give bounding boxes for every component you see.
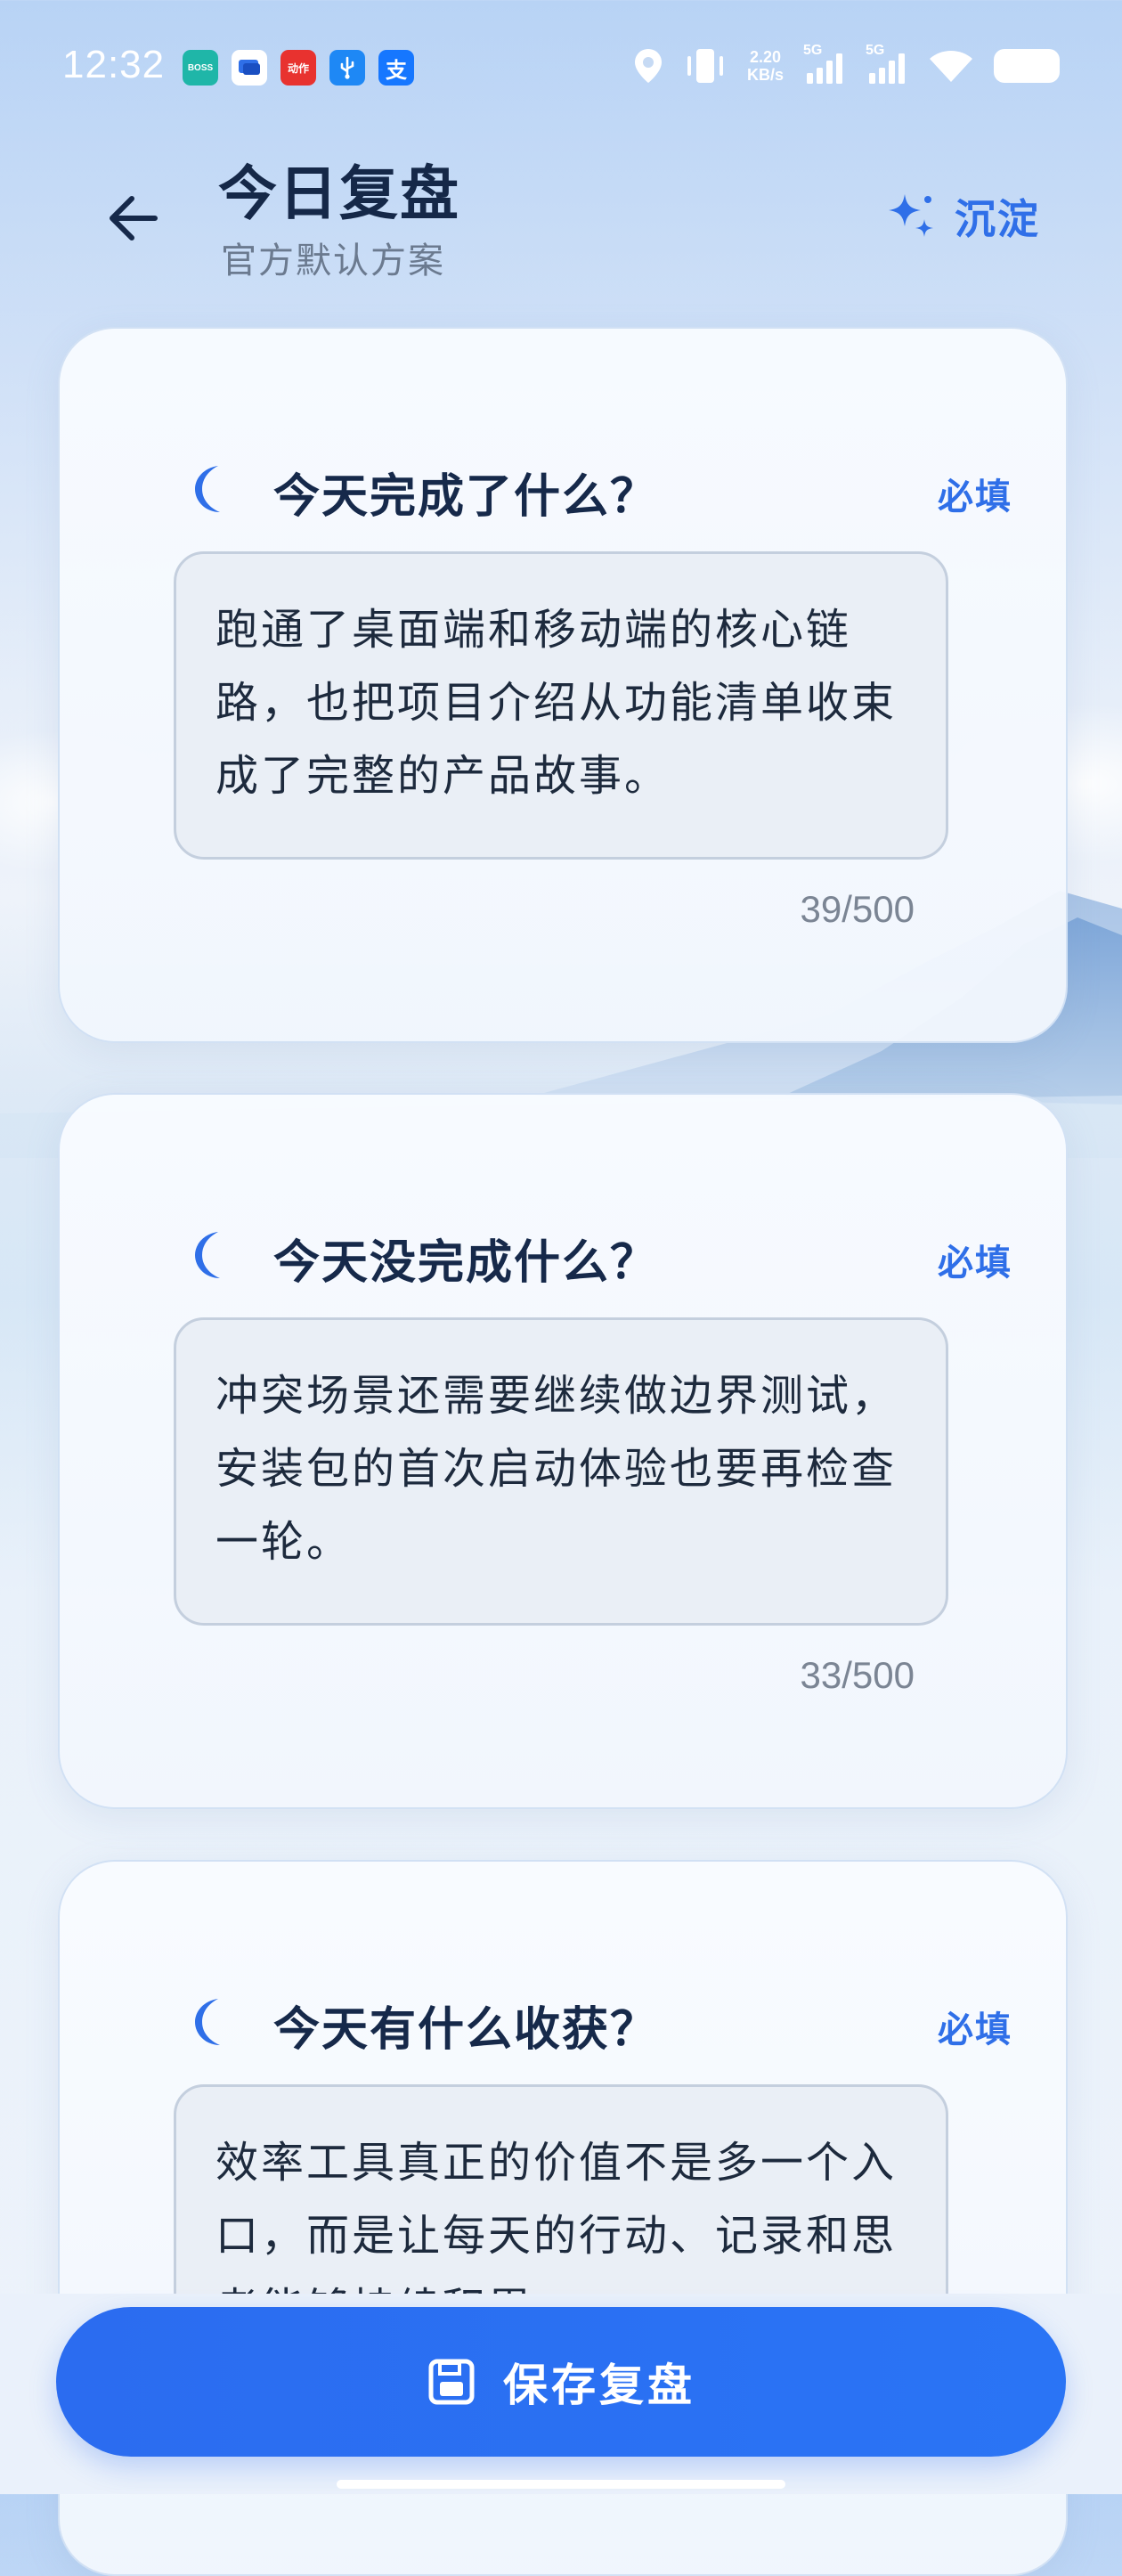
- char-count: 33/500: [800, 1654, 915, 1696]
- review-card-incomplete: 今天没完成什么？ 必填 冲突场景还需要继续做边界测试，安装包的首次启动体验也要再…: [58, 1093, 1068, 1809]
- status-bar: 12:32 BOSS 动作 支 2.20 KB/s 5G 5G: [0, 0, 1122, 134]
- usb-icon: [329, 50, 365, 86]
- moon-icon: [195, 466, 220, 512]
- boss-zhipin-icon: BOSS: [183, 50, 218, 86]
- card-title: 今天完成了什么？: [273, 470, 659, 524]
- back-button[interactable]: [98, 183, 169, 254]
- card-title: 今天没完成什么？: [273, 1236, 659, 1290]
- page-subtitle: 官方默认方案: [221, 240, 445, 281]
- dongche-app-icon: 动作: [280, 50, 316, 86]
- status-time: 12:32: [62, 43, 166, 86]
- card-header: 今天完成了什么？ 必填: [184, 453, 1012, 525]
- home-indicator[interactable]: [337, 2480, 785, 2489]
- answer-textarea[interactable]: 跑通了桌面端和移动端的核心链路，也把项目介绍从功能清单收束成了完整的产品故事。: [174, 551, 948, 860]
- char-count: 39/500: [800, 888, 915, 930]
- sparkle-icon: [889, 194, 933, 237]
- location-icon: [634, 49, 662, 83]
- card-title: 今天有什么收获？: [273, 2003, 659, 2057]
- required-badge: 必填: [938, 1243, 1012, 1284]
- signal-strength-2: 5G: [866, 43, 908, 86]
- notification-icons: BOSS 动作 支: [183, 50, 414, 86]
- battery-icon: [994, 49, 1060, 83]
- page-header: 今日复盘 官方默认方案 沉淀: [0, 134, 1122, 303]
- alipay-icon: 支: [378, 50, 414, 86]
- system-status: 2.20 KB/s 5G 5G: [633, 43, 1060, 86]
- required-badge: 必填: [938, 2009, 1012, 2050]
- moon-icon: [195, 1999, 220, 2045]
- save-icon: [428, 2359, 475, 2405]
- distill-button[interactable]: 沉淀: [883, 187, 1040, 246]
- signal-icon: [807, 53, 842, 84]
- card-header: 今天有什么收获？ 必填: [184, 1986, 1012, 2058]
- signal-strength-1: 5G: [803, 43, 846, 86]
- page-title: 今日复盘: [218, 159, 460, 228]
- save-label: 保存复盘: [503, 2360, 695, 2411]
- card-header: 今天没完成什么？ 必填: [184, 1219, 1012, 1291]
- required-badge: 必填: [938, 477, 1012, 518]
- save-review-button[interactable]: 保存复盘: [56, 2307, 1066, 2457]
- distill-label: 沉淀: [955, 195, 1040, 243]
- message-app-icon: [232, 50, 267, 86]
- arrow-left-icon: [110, 196, 158, 240]
- net-speed: 2.20 KB/s: [746, 48, 784, 84]
- vibrate-icon: [687, 49, 723, 83]
- answer-textarea[interactable]: 冲突场景还需要继续做边界测试，安装包的首次启动体验也要再检查一轮。: [174, 1317, 948, 1626]
- signal-icon: [869, 53, 905, 84]
- review-card-completed: 今天完成了什么？ 必填 跑通了桌面端和移动端的核心链路，也把项目介绍从功能清单收…: [58, 327, 1068, 1043]
- wifi-icon: [930, 51, 972, 82]
- moon-icon: [195, 1232, 220, 1278]
